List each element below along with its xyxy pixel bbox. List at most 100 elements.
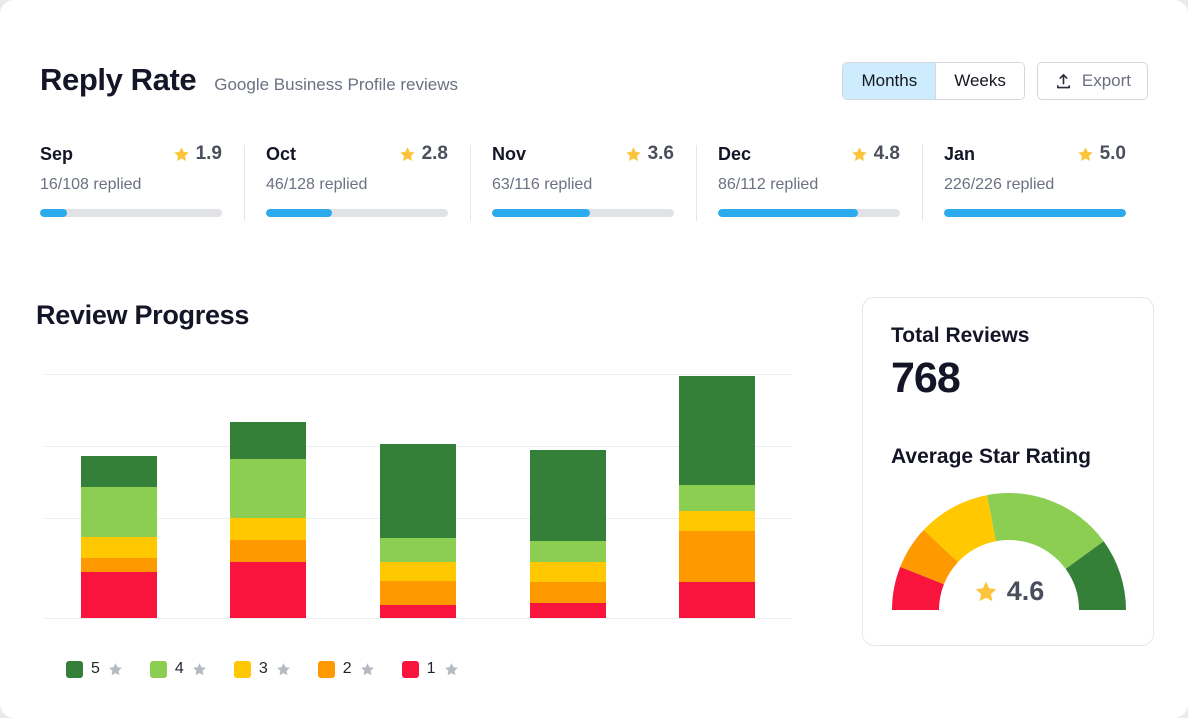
- monthly-stats-row: Sep 1.9 16/108 replied Oct 2.8 46/128 replied…: [40, 143, 1148, 239]
- chart-bars: [44, 374, 792, 618]
- stat-rating-group: 2.8: [399, 143, 448, 165]
- bar-slot-dec: [493, 374, 643, 618]
- stat-month-label: Dec: [718, 144, 751, 165]
- bar-segment-3star: [230, 518, 306, 540]
- bar-segment-4star: [230, 459, 306, 518]
- legend-item-2star[interactable]: 2: [318, 660, 375, 678]
- summary-panel: Total Reviews 768 Average Star Rating 4.…: [862, 297, 1154, 646]
- stat-header: Jan 5.0: [944, 143, 1126, 165]
- legend-label: 3: [259, 660, 268, 678]
- stacked-bar-oct[interactable]: [230, 422, 306, 618]
- bar-segment-3star: [530, 562, 606, 582]
- stacked-bar-sep[interactable]: [81, 456, 157, 618]
- tab-weeks[interactable]: Weeks: [936, 63, 1024, 99]
- bar-segment-1star: [530, 603, 606, 618]
- export-label: Export: [1082, 71, 1131, 91]
- range-toggle-group[interactable]: Months Weeks: [842, 62, 1024, 100]
- bar-slot-nov: [343, 374, 493, 618]
- stacked-bar-jan[interactable]: [679, 376, 755, 618]
- bar-segment-4star: [380, 538, 456, 562]
- stat-rating-value: 1.9: [196, 143, 222, 165]
- stat-progress-fill: [718, 209, 858, 217]
- bar-segment-1star: [230, 562, 306, 618]
- average-rating-gauge: 4.6: [881, 484, 1137, 624]
- stat-rating-group: 5.0: [1077, 143, 1126, 165]
- upload-icon: [1054, 72, 1073, 91]
- total-reviews-value: 768: [891, 354, 960, 403]
- bar-segment-2star: [380, 581, 456, 605]
- stat-rating-group: 1.9: [173, 143, 222, 165]
- bar-segment-1star: [81, 572, 157, 618]
- star-icon: [444, 662, 459, 677]
- bar-slot-jan: [642, 374, 792, 618]
- stat-header: Dec 4.8: [718, 143, 900, 165]
- stat-rating-value: 5.0: [1100, 143, 1126, 165]
- stat-progress-fill: [266, 209, 332, 217]
- legend-item-3star[interactable]: 3: [234, 660, 291, 678]
- bar-segment-3star: [81, 537, 157, 558]
- stat-rating-value: 4.8: [874, 143, 900, 165]
- bar-segment-4star: [81, 487, 157, 537]
- stat-cell-dec: Dec4.886/112 replied: [696, 143, 922, 239]
- stacked-bar-nov[interactable]: [380, 444, 456, 618]
- stat-rating-group: 3.6: [625, 143, 674, 165]
- bar-segment-5star: [230, 422, 306, 459]
- stat-progress-fill: [492, 209, 590, 217]
- stat-progress-track: [492, 209, 674, 217]
- stat-progress-track: [944, 209, 1126, 217]
- bar-segment-5star: [81, 456, 157, 487]
- star-icon: [276, 662, 291, 677]
- bar-slot-oct: [194, 374, 344, 618]
- bar-segment-2star: [679, 531, 755, 582]
- gauge-value: 4.6: [1007, 576, 1045, 607]
- bar-segment-4star: [679, 485, 755, 511]
- export-button[interactable]: Export: [1037, 62, 1148, 100]
- stat-month-label: Jan: [944, 144, 975, 165]
- legend-swatch: [150, 661, 167, 678]
- review-progress-title: Review Progress: [36, 300, 249, 331]
- legend-item-1star[interactable]: 1: [402, 660, 459, 678]
- tab-months[interactable]: Months: [843, 63, 935, 99]
- legend-swatch: [66, 661, 83, 678]
- stat-month-label: Nov: [492, 144, 526, 165]
- stat-cell-jan: Jan5.0226/226 replied: [922, 143, 1148, 239]
- bar-segment-3star: [380, 562, 456, 581]
- bar-segment-5star: [530, 450, 606, 541]
- reply-rate-card: Reply Rate Google Business Profile revie…: [0, 0, 1188, 718]
- stat-month-label: Oct: [266, 144, 296, 165]
- stacked-bar-dec[interactable]: [530, 450, 606, 618]
- stat-cell-oct: Oct 2.8 46/128 replied: [244, 143, 470, 239]
- stat-month-label: Sep: [40, 144, 73, 165]
- page-title: Reply Rate: [40, 64, 196, 95]
- review-progress-chart: [44, 374, 792, 620]
- header-controls: Months Weeks Export: [842, 62, 1148, 100]
- star-icon: [192, 662, 207, 677]
- bar-segment-1star: [380, 605, 456, 618]
- bar-segment-3star: [679, 511, 755, 531]
- stat-replied-text: 16/108 replied: [40, 176, 222, 194]
- stat-replied-text: 46/128 replied: [266, 176, 448, 194]
- stat-header: Oct 2.8: [266, 143, 448, 165]
- bar-slot-sep: [44, 374, 194, 618]
- star-icon: [360, 662, 375, 677]
- stat-progress-fill: [944, 209, 1126, 217]
- page-subtitle: Google Business Profile reviews: [214, 76, 458, 93]
- stat-cell-sep: Sep 1.9 16/108 replied: [40, 143, 244, 239]
- legend-label: 4: [175, 660, 184, 678]
- legend-item-4star[interactable]: 4: [150, 660, 207, 678]
- gridline-3: [44, 618, 792, 619]
- star-icon: [625, 146, 642, 163]
- star-icon: [1077, 146, 1094, 163]
- star-icon: [851, 146, 868, 163]
- header: Reply Rate Google Business Profile revie…: [40, 64, 1148, 116]
- bar-segment-1star: [679, 582, 755, 618]
- star-icon: [108, 662, 123, 677]
- star-icon: [974, 580, 998, 604]
- average-rating-label: Average Star Rating: [891, 445, 1091, 469]
- stat-progress-track: [266, 209, 448, 217]
- star-icon: [399, 146, 416, 163]
- legend-item-5star[interactable]: 5: [66, 660, 123, 678]
- stat-progress-fill: [40, 209, 67, 217]
- chart-legend: 5 4 3 2 1: [66, 660, 459, 678]
- bar-segment-2star: [530, 582, 606, 603]
